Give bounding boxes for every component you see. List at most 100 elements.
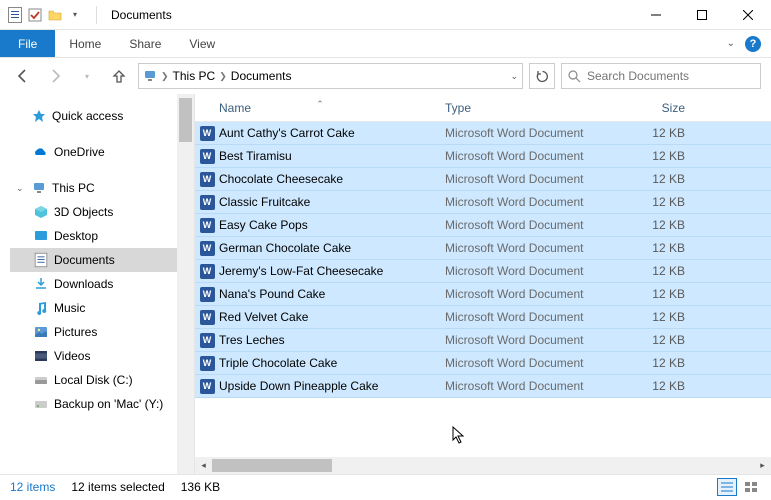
nav-quick-access[interactable]: Quick access [10, 104, 194, 128]
file-type: Microsoft Word Document [445, 287, 635, 301]
desktop-icon [34, 230, 48, 242]
file-row[interactable]: WRed Velvet CakeMicrosoft Word Document1… [195, 306, 771, 329]
qat-dropdown-icon[interactable]: ▾ [66, 6, 84, 24]
status-selected: 12 items selected [71, 480, 164, 494]
nav-desktop[interactable]: Desktop [10, 224, 194, 248]
nav-backup-drive[interactable]: Backup on 'Mac' (Y:) [10, 392, 194, 416]
scroll-left-icon[interactable]: ◂ [195, 457, 212, 474]
video-icon [34, 350, 48, 362]
breadcrumb-this-pc[interactable]: This PC [173, 69, 216, 83]
word-icon: W [195, 218, 219, 233]
tab-home[interactable]: Home [55, 30, 115, 57]
document-icon [35, 253, 48, 267]
col-type[interactable]: Type [445, 101, 635, 115]
pc-icon [32, 181, 46, 195]
check-icon[interactable] [26, 6, 44, 24]
nav-downloads[interactable]: Downloads [10, 272, 194, 296]
search-box[interactable] [561, 63, 761, 89]
word-icon: W [195, 195, 219, 210]
file-row[interactable]: WChocolate CheesecakeMicrosoft Word Docu… [195, 168, 771, 191]
breadcrumb-documents[interactable]: Documents [231, 69, 292, 83]
address-row: ▾ ❯This PC ❯Documents ⌄ [0, 58, 771, 94]
file-row[interactable]: WAunt Cathy's Carrot CakeMicrosoft Word … [195, 122, 771, 145]
properties-icon[interactable] [6, 6, 24, 24]
forward-button[interactable] [42, 63, 68, 89]
file-size: 12 KB [635, 241, 695, 255]
nav-this-pc[interactable]: ⌄This PC [10, 176, 194, 200]
nav-scrollbar[interactable] [177, 94, 194, 474]
file-row[interactable]: WTres LechesMicrosoft Word Document12 KB [195, 329, 771, 352]
icons-view-button[interactable] [741, 478, 761, 496]
pc-icon [143, 69, 157, 83]
file-name: Classic Fruitcake [219, 195, 445, 209]
quick-access-toolbar: ▾ [0, 6, 90, 24]
details-view-button[interactable] [717, 478, 737, 496]
collapse-icon[interactable]: ⌄ [16, 183, 26, 194]
file-row[interactable]: WUpside Down Pineapple CakeMicrosoft Wor… [195, 375, 771, 398]
file-name: Tres Leches [219, 333, 445, 347]
tab-file[interactable]: File [0, 30, 55, 57]
back-button[interactable] [10, 63, 36, 89]
file-type: Microsoft Word Document [445, 310, 635, 324]
scrollbar-thumb[interactable] [179, 98, 192, 142]
file-type: Microsoft Word Document [445, 218, 635, 232]
word-icon: W [195, 126, 219, 141]
col-size[interactable]: Size [635, 101, 695, 115]
file-row[interactable]: WBest TiramisuMicrosoft Word Document12 … [195, 145, 771, 168]
file-row[interactable]: WNana's Pound CakeMicrosoft Word Documen… [195, 283, 771, 306]
word-icon: W [195, 172, 219, 187]
maximize-button[interactable] [679, 0, 725, 30]
ribbon-collapse-icon[interactable]: ⌄ [727, 38, 735, 49]
nav-music[interactable]: Music [10, 296, 194, 320]
scrollbar-thumb[interactable] [212, 459, 332, 472]
file-type: Microsoft Word Document [445, 195, 635, 209]
refresh-button[interactable] [529, 63, 555, 89]
close-button[interactable] [725, 0, 771, 30]
nav-videos[interactable]: Videos [10, 344, 194, 368]
address-bar[interactable]: ❯This PC ❯Documents ⌄ [138, 63, 523, 89]
file-size: 12 KB [635, 149, 695, 163]
breadcrumb-sep: ❯ [219, 71, 227, 82]
nav-local-disk[interactable]: Local Disk (C:) [10, 368, 194, 392]
nav-pictures[interactable]: Pictures [10, 320, 194, 344]
file-row[interactable]: WClassic FruitcakeMicrosoft Word Documen… [195, 191, 771, 214]
file-size: 12 KB [635, 126, 695, 140]
file-list: ⌃Name Type Size WAunt Cathy's Carrot Cak… [195, 94, 771, 474]
col-name[interactable]: ⌃Name [195, 101, 445, 115]
tab-share[interactable]: Share [115, 30, 175, 57]
nav-documents[interactable]: Documents [10, 248, 194, 272]
word-icon: W [195, 310, 219, 325]
title-bar: ▾ Documents [0, 0, 771, 30]
file-size: 12 KB [635, 310, 695, 324]
file-name: German Chocolate Cake [219, 241, 445, 255]
file-size: 12 KB [635, 264, 695, 278]
file-size: 12 KB [635, 379, 695, 393]
file-name: Best Tiramisu [219, 149, 445, 163]
file-row[interactable]: WEasy Cake PopsMicrosoft Word Document12… [195, 214, 771, 237]
word-icon: W [195, 333, 219, 348]
status-count: 12 items [10, 480, 55, 494]
horizontal-scrollbar[interactable]: ◂ ▸ [195, 457, 771, 474]
file-name: Aunt Cathy's Carrot Cake [219, 126, 445, 140]
file-row[interactable]: WGerman Chocolate CakeMicrosoft Word Doc… [195, 237, 771, 260]
file-row[interactable]: WTriple Chocolate CakeMicrosoft Word Doc… [195, 352, 771, 375]
folder-icon[interactable] [46, 6, 64, 24]
file-size: 12 KB [635, 333, 695, 347]
search-input[interactable] [587, 69, 754, 83]
nav-tree: Quick access OneDrive ⌄This PC 3D Object… [0, 94, 195, 474]
file-row[interactable]: WJeremy's Low-Fat CheesecakeMicrosoft Wo… [195, 260, 771, 283]
disk-icon [34, 374, 48, 386]
up-button[interactable] [106, 63, 132, 89]
address-dropdown-icon[interactable]: ⌄ [510, 71, 518, 82]
music-icon [34, 301, 48, 315]
tab-view[interactable]: View [175, 30, 229, 57]
scroll-right-icon[interactable]: ▸ [754, 457, 771, 474]
nav-3d-objects[interactable]: 3D Objects [10, 200, 194, 224]
recent-dropdown-icon[interactable]: ▾ [74, 63, 100, 89]
nav-onedrive[interactable]: OneDrive [10, 140, 194, 164]
file-size: 12 KB [635, 218, 695, 232]
help-button[interactable]: ? [745, 36, 761, 52]
file-type: Microsoft Word Document [445, 126, 635, 140]
minimize-button[interactable] [633, 0, 679, 30]
file-name: Chocolate Cheesecake [219, 172, 445, 186]
